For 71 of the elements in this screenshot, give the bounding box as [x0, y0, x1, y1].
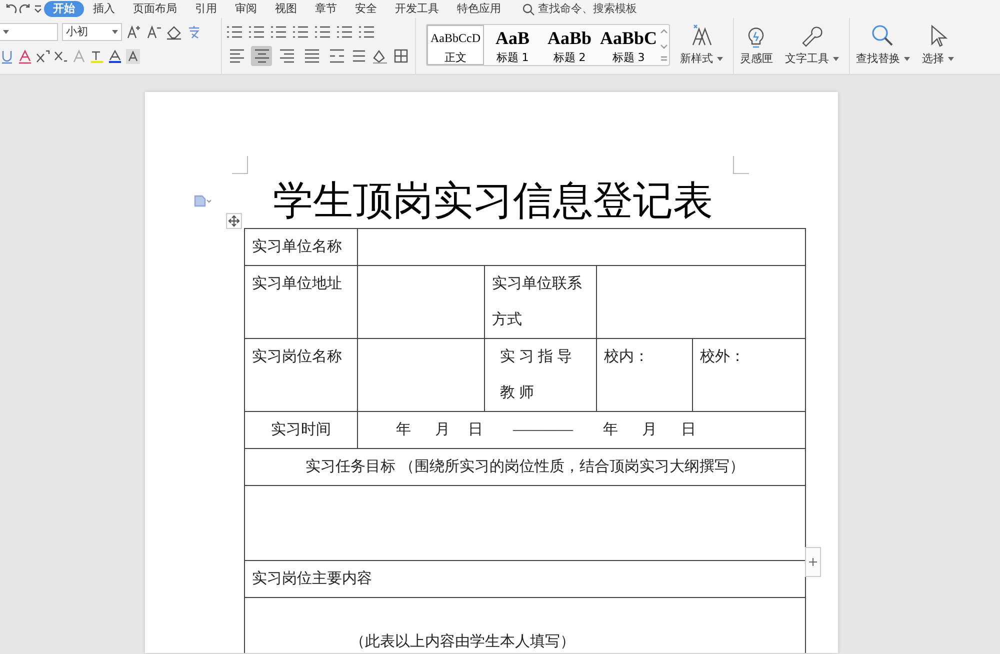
- table-cell: 实习单位联系方式: [484, 266, 596, 338]
- underline-icon[interactable]: [0, 48, 14, 64]
- table-cell: 实习岗位名称: [244, 338, 358, 412]
- font-color-icon[interactable]: [108, 48, 122, 64]
- empty-table-cell[interactable]: [358, 338, 484, 412]
- search-field[interactable]: 查找命令、搜索模板: [538, 0, 668, 18]
- paragraph-spacing-icon[interactable]: [351, 48, 367, 64]
- table-cell: 实习岗位主要内容: [244, 560, 806, 598]
- plus-icon: [808, 556, 818, 567]
- date-text: 年: [396, 421, 411, 440]
- font-size-field[interactable]: 小初: [62, 23, 122, 41]
- style-option[interactable]: AaBbC 标题 3: [598, 25, 660, 65]
- font-name-field[interactable]: [0, 23, 58, 41]
- tool-button[interactable]: 选择: [916, 18, 960, 75]
- empty-table-cell[interactable]: [358, 228, 806, 266]
- ribbon-tab[interactable]: 引用: [186, 1, 226, 17]
- add-row-button[interactable]: [805, 547, 821, 577]
- highlight-icon[interactable]: [90, 48, 104, 64]
- ribbon-tab[interactable]: 开发工具: [386, 1, 448, 17]
- table-cell: 实习任务目标 （围绕所实习的岗位性质，结合顶岗实习大纲撰写）: [244, 448, 806, 486]
- date-text: 月: [642, 421, 657, 440]
- table-cell: 实习单位名称: [244, 228, 358, 266]
- tool-button[interactable]: 灵感匣: [733, 18, 780, 75]
- align-button[interactable]: [251, 46, 272, 66]
- ribbon-tab[interactable]: 视图: [266, 1, 306, 17]
- style-option[interactable]: AaBb 标题 2: [541, 25, 598, 65]
- table-cell: 校外：: [692, 338, 806, 412]
- caret-icon: [3, 30, 9, 34]
- empty-table-cell[interactable]: [358, 266, 484, 338]
- date-text: 年: [603, 421, 618, 440]
- font-color-icon[interactable]: [18, 48, 32, 64]
- shading-icon[interactable]: [371, 48, 389, 64]
- shrink-font-icon[interactable]: [146, 24, 162, 40]
- ribbon-tab[interactable]: 章节: [306, 1, 346, 17]
- move-handle-icon[interactable]: [226, 213, 242, 229]
- date-text: 日: [681, 421, 696, 440]
- tool-button[interactable]: 文字工具: [779, 18, 846, 75]
- date-text: 日: [468, 421, 483, 440]
- date-text: 月: [435, 421, 450, 440]
- redo-icon[interactable]: [18, 3, 32, 15]
- tool-button[interactable]: 新样式: [674, 18, 730, 75]
- style-option[interactable]: AaBbCcD 正文: [427, 25, 484, 65]
- table-cell: （此表以上内容由学生本人填写）: [244, 598, 806, 653]
- superscript-icon[interactable]: [36, 48, 50, 64]
- grow-font-icon[interactable]: [126, 24, 142, 40]
- eraser-icon[interactable]: [166, 24, 182, 40]
- tool-button[interactable]: 查找替换: [849, 18, 916, 75]
- margin-corner-mark: [232, 156, 248, 174]
- ribbon-tab[interactable]: 安全: [346, 1, 386, 17]
- table-cell: 校内：: [596, 338, 692, 412]
- ribbon-tab[interactable]: 审阅: [226, 1, 266, 17]
- caret-icon: [112, 30, 118, 34]
- undo-icon[interactable]: [4, 3, 18, 15]
- style-option[interactable]: AaB 标题 1: [484, 25, 541, 65]
- empty-table-cell[interactable]: [244, 486, 806, 560]
- ribbon-tab[interactable]: 特色应用: [448, 1, 510, 17]
- table-cell: 实习时间: [244, 412, 358, 448]
- table-cell: 实习单位地址: [244, 266, 358, 338]
- empty-table-cell[interactable]: [596, 266, 806, 338]
- character-shading-icon[interactable]: [126, 48, 140, 64]
- ribbon-tab[interactable]: 插入: [84, 1, 124, 17]
- document-icon: [193, 195, 211, 207]
- document-title: 学生顶岗实习信息登记表: [272, 178, 714, 224]
- ribbon-tab[interactable]: 页面布局: [124, 1, 186, 17]
- margin-corner-mark: [733, 156, 749, 174]
- border-icon[interactable]: [393, 48, 409, 64]
- table-cell: 实习指导教师: [484, 338, 596, 412]
- bullet-list-icon[interactable]: [226, 25, 244, 39]
- date-text: ————: [513, 421, 573, 440]
- customize-icon[interactable]: [32, 3, 44, 15]
- search-icon: [522, 2, 535, 16]
